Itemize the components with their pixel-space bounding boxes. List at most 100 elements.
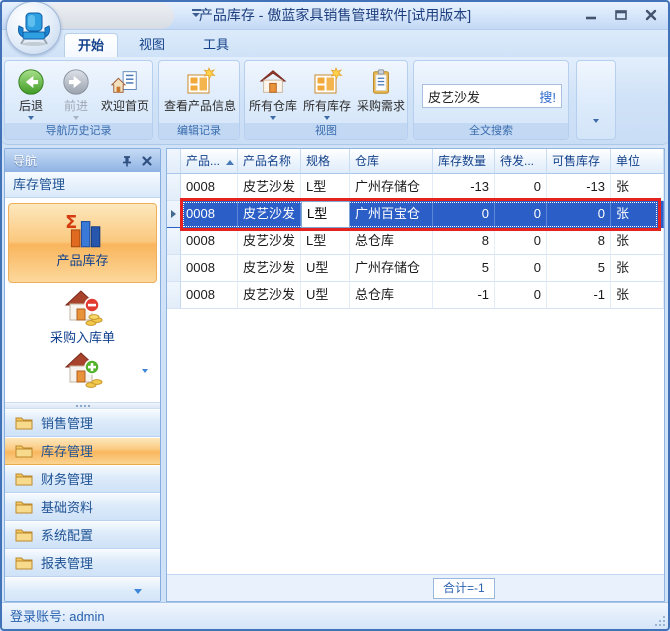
quick-access-dropdown-icon[interactable] [190, 9, 202, 17]
row-indicator [167, 255, 181, 282]
group-fulltext-search: 搜! 全文搜索 [413, 60, 569, 140]
nav-group-reports[interactable]: 报表管理 [5, 549, 160, 577]
product-stock-chart-icon: Σ [65, 212, 100, 248]
inventory-table: 产品... 产品名称 规格 仓库 库存数量 待发... 可售库存 单位 0008… [166, 148, 665, 602]
close-icon[interactable] [644, 8, 658, 22]
col-unit[interactable]: 单位 [611, 149, 664, 174]
tab-start[interactable]: 开始 [64, 33, 119, 57]
folder-icon [15, 557, 33, 570]
nav-content: Σ 产品库存 采购入库单 [5, 203, 160, 402]
clipboard-icon [373, 69, 389, 94]
table-row[interactable]: 0008 皮艺沙发 L型 总仓库 8 0 8 张 [167, 228, 664, 255]
nav-item-product-stock[interactable]: Σ 产品库存 [8, 203, 157, 283]
sort-asc-icon [226, 160, 235, 165]
folder-icon [15, 501, 33, 514]
all-stock-icon [314, 66, 343, 94]
all-warehouses-dropdown-icon[interactable] [270, 116, 276, 120]
col-spec[interactable]: 规格 [301, 149, 350, 174]
navigation-panel-header: 导航 [5, 149, 160, 172]
maximize-icon[interactable] [614, 8, 628, 22]
login-account-label: 登录账号: admin [10, 609, 105, 624]
back-dropdown-icon[interactable] [28, 116, 34, 120]
table-row-selected[interactable]: 0008 皮艺沙发 L型 广州百宝仓 0 0 0 张 [167, 198, 664, 231]
view-product-icon [187, 66, 216, 94]
current-row-arrow-icon [171, 210, 176, 218]
window-title: 产品库存 - 傲蓝家具销售管理软件[试用版本] [198, 7, 472, 23]
group-label-nav-history: 导航历史记录 [5, 123, 152, 139]
home-page-icon [110, 71, 137, 93]
inbound-add-icon [64, 352, 102, 388]
col-product-name[interactable]: 产品名称 [238, 149, 301, 174]
forward-dropdown-icon [73, 116, 79, 120]
table-footer: 合计=-1 [167, 574, 664, 601]
nav-splitter-handle[interactable] [5, 402, 160, 409]
search-go-button[interactable]: 搜! [539, 87, 556, 106]
ribbon-tab-bar: 开始 视图 工具 [0, 30, 670, 57]
col-stock-qty[interactable]: 库存数量 [433, 149, 495, 174]
forward-button[interactable]: 前进 [55, 65, 97, 120]
search-box: 搜! [422, 84, 562, 108]
purchase-demand-button[interactable]: 采购需求 [355, 65, 407, 113]
nav-group-sales[interactable]: 销售管理 [5, 409, 160, 437]
table-header-row: 产品... 产品名称 规格 仓库 库存数量 待发... 可售库存 单位 [167, 149, 664, 174]
search-input[interactable] [428, 88, 540, 104]
nav-more-dropdown-icon[interactable] [142, 369, 148, 373]
navigation-title: 导航 [13, 154, 38, 168]
inbound-minus-icon [64, 290, 102, 326]
nav-item-more[interactable] [5, 347, 160, 393]
folder-icon [15, 417, 33, 430]
status-bar: 登录账号: admin [0, 602, 670, 631]
col-product-code[interactable]: 产品... [181, 149, 238, 174]
group-label-edit-record: 编辑记录 [159, 123, 239, 139]
resize-grip[interactable] [653, 614, 665, 626]
active-edit-cell[interactable]: L型 [301, 201, 350, 228]
group-label-fulltext-search: 全文搜索 [414, 123, 568, 139]
table-row[interactable]: 0008 皮艺沙发 U型 总仓库 -1 0 -1 张 [167, 282, 664, 309]
group-label-view: 视图 [245, 123, 407, 139]
folder-icon [15, 473, 33, 486]
nav-group-inventory[interactable]: 库存管理 [5, 437, 160, 465]
all-stock-button[interactable]: 所有库存 [301, 65, 353, 120]
chevron-down-icon [134, 589, 142, 594]
total-summary: 合计=-1 [433, 578, 495, 599]
all-stock-dropdown-icon[interactable] [324, 116, 330, 120]
nav-group-system-config[interactable]: 系统配置 [5, 521, 160, 549]
all-warehouses-button[interactable]: 所有仓库 [247, 65, 299, 120]
col-pending[interactable]: 待发... [495, 149, 547, 174]
app-window: 产品库存 - 傲蓝家具销售管理软件[试用版本] 开始 视图 工具 后退 前进 欢… [0, 0, 670, 631]
back-icon [18, 69, 44, 95]
folder-icon [15, 529, 33, 542]
welcome-home-button[interactable]: 欢迎首页 [97, 65, 153, 113]
folder-icon [15, 445, 33, 458]
tab-view[interactable]: 视图 [126, 33, 178, 57]
tab-tools[interactable]: 工具 [190, 33, 242, 57]
nav-collapse-bar[interactable] [5, 577, 160, 601]
nav-item-purchase-inbound[interactable]: 采购入库单 [5, 287, 160, 347]
table-row[interactable]: 0008 皮艺沙发 U型 广州存储仓 5 0 5 张 [167, 255, 664, 282]
pin-icon[interactable] [120, 154, 134, 168]
col-sellable[interactable]: 可售库存 [547, 149, 611, 174]
minimize-icon[interactable] [584, 8, 598, 22]
group-view: 所有仓库 所有库存 采购需求 视图 [244, 60, 408, 140]
table-row[interactable]: 0008 皮艺沙发 L型 广州存储仓 -13 0 -13 张 [167, 174, 664, 201]
title-bar: 产品库存 - 傲蓝家具销售管理软件[试用版本] [0, 0, 670, 30]
row-indicator [167, 174, 181, 201]
nav-group-basic-data[interactable]: 基础资料 [5, 493, 160, 521]
warehouse-icon [259, 70, 287, 93]
header-indicator-cell [167, 149, 181, 174]
ribbon: 后退 前进 欢迎首页 导航历史记录 查看产品信息 编辑记录 所有仓库 所有库存 … [0, 57, 670, 145]
app-logo-armchair-icon[interactable] [6, 1, 61, 55]
view-product-info-button[interactable]: 查看产品信息 [161, 65, 239, 113]
forward-icon [63, 69, 89, 95]
row-indicator [167, 228, 181, 255]
group-collapsed[interactable] [576, 60, 616, 140]
navigation-panel: 导航 库存管理 Σ 产品库存 采购入库单 销售管理 库存管理 财务管理 基础资料… [4, 148, 161, 602]
nav-close-icon[interactable] [140, 154, 154, 168]
back-button[interactable]: 后退 [7, 65, 55, 120]
nav-section-header: 库存管理 [5, 172, 160, 198]
col-warehouse[interactable]: 仓库 [350, 149, 433, 174]
collapsed-group-dropdown-icon[interactable] [593, 119, 599, 123]
group-nav-history: 后退 前进 欢迎首页 导航历史记录 [4, 60, 153, 140]
group-edit-record: 查看产品信息 编辑记录 [158, 60, 240, 140]
nav-group-finance[interactable]: 财务管理 [5, 465, 160, 493]
